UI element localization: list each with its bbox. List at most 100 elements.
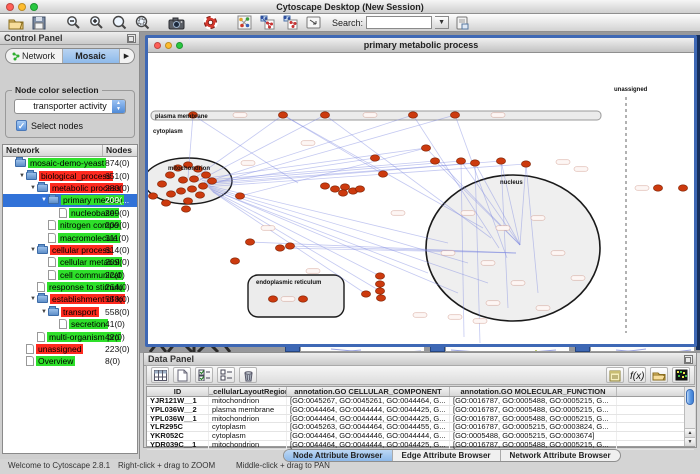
close-window-button[interactable] (154, 42, 161, 49)
select-attributes-icon[interactable] (195, 367, 213, 383)
network-node[interactable] (285, 243, 294, 249)
select-nodes-checkbox[interactable]: ✓ (16, 120, 27, 131)
network-node[interactable] (157, 181, 166, 187)
matrix-icon[interactable] (672, 367, 690, 383)
column-network[interactable]: Network (3, 145, 103, 156)
network-node[interactable] (278, 112, 287, 118)
network-node[interactable] (201, 172, 210, 178)
table-column-header[interactable]: ID (147, 387, 209, 396)
tree-row[interactable]: nitrogen compo209(0) (3, 219, 137, 231)
delete-attribute-icon[interactable] (239, 367, 257, 383)
network-node[interactable] (375, 273, 384, 279)
window-controls[interactable] (6, 3, 38, 11)
network-node[interactable] (470, 160, 479, 166)
tree-row[interactable]: unassigned223(0) (3, 343, 137, 355)
network-node[interactable] (430, 158, 439, 164)
table-row[interactable]: YPL036W__1mitochondrion[GO:0044464, GO:0… (147, 415, 694, 424)
network-node[interactable] (268, 296, 277, 302)
network-node[interactable] (375, 281, 384, 287)
network-node[interactable] (195, 192, 204, 198)
network-node[interactable] (235, 193, 244, 199)
scrollbar-thumb[interactable] (686, 389, 694, 405)
network-node[interactable] (275, 245, 284, 251)
dropdown-stepper-icon[interactable]: ▲▼ (112, 100, 125, 113)
copy-network-view-icon[interactable] (257, 15, 277, 31)
network-node[interactable] (330, 186, 339, 192)
zoom-selected-icon[interactable] (132, 15, 152, 31)
network-node[interactable] (408, 112, 417, 118)
float-panel-icon[interactable] (684, 355, 693, 364)
network-node[interactable] (165, 172, 174, 178)
tree-row[interactable]: response to stimulu264(0) (3, 281, 137, 293)
table-column-header[interactable]: _cellularLayoutRegion (209, 387, 287, 396)
network-node[interactable] (245, 239, 254, 245)
network-window-titlebar[interactable]: primary metabolic process (148, 38, 694, 53)
zoom-in-icon[interactable] (86, 15, 106, 31)
network-node[interactable] (189, 176, 198, 182)
minimize-window-button[interactable] (165, 42, 172, 49)
tab-edge-attribute-browser[interactable]: Edge Attribute Browser (393, 450, 501, 461)
network-node[interactable] (338, 190, 347, 196)
zoom-out-icon[interactable] (63, 15, 83, 31)
notepad-icon[interactable] (606, 367, 624, 383)
expanded-triangle-icon[interactable]: ▼ (40, 197, 48, 203)
expanded-triangle-icon[interactable]: ▼ (29, 247, 37, 253)
network-node[interactable] (521, 161, 530, 167)
tree-row[interactable]: ▼biological_process651(0) (3, 169, 137, 181)
attribute-table-icon[interactable] (151, 367, 169, 383)
network-node[interactable] (161, 200, 170, 206)
network-node[interactable] (187, 186, 196, 192)
network-node[interactable] (375, 288, 384, 294)
tree-row[interactable]: ▼establishment of lo558(0) (3, 293, 137, 305)
tree-row[interactable]: multi-organism pro42(0) (3, 330, 137, 342)
network-node[interactable] (653, 185, 662, 191)
network-node[interactable] (183, 198, 192, 204)
network-node[interactable] (207, 178, 216, 184)
table-row[interactable]: YLR295Ccytoplasm[GO:0045263, GO:0044464,… (147, 423, 694, 432)
import-folder-icon[interactable] (650, 367, 668, 383)
copy-network-icon[interactable] (280, 15, 300, 31)
network-node[interactable] (370, 155, 379, 161)
tree-row[interactable]: nucleobase-209(0) (3, 207, 137, 219)
network-node[interactable] (421, 145, 430, 151)
table-column-header[interactable]: annotation.GO CELLULAR_COMPONENT (287, 387, 450, 396)
network-node[interactable] (166, 191, 175, 197)
float-panel-icon[interactable] (127, 34, 136, 43)
expanded-triangle-icon[interactable]: ▼ (29, 296, 37, 302)
network-view-window[interactable]: primary metabolic process plasma membran… (145, 35, 697, 347)
search-input[interactable] (366, 16, 432, 29)
tab-node-attribute-browser[interactable]: Node Attribute Browser (284, 450, 393, 461)
network-node[interactable] (376, 295, 385, 301)
table-row[interactable]: YJR121W__1mitochondrion[GO:0045267, GO:0… (147, 397, 694, 406)
scroll-up-icon[interactable]: ▲ (685, 428, 695, 437)
tree-row[interactable]: cellular metabol209(0) (3, 256, 137, 268)
network-node[interactable] (355, 186, 364, 192)
unselect-attributes-icon[interactable] (217, 367, 235, 383)
tree-row[interactable]: Overview8(0) (3, 355, 137, 367)
network-node[interactable] (181, 206, 190, 212)
save-icon[interactable] (29, 15, 49, 31)
open-icon[interactable] (6, 15, 26, 31)
network-node[interactable] (148, 193, 157, 199)
zoom-window-button[interactable] (176, 42, 183, 49)
table-row[interactable]: YPL036W__2plasma membrane[GO:0044464, GO… (147, 406, 694, 415)
column-nodes[interactable]: Nodes (103, 145, 137, 156)
network-node[interactable] (378, 171, 387, 177)
annotation-page-icon[interactable] (303, 15, 323, 31)
tree-row[interactable]: ▼primary metabo209(... (3, 194, 137, 206)
tabs-overflow-arrow-icon[interactable]: ▶ (120, 49, 134, 63)
network-from-selection-icon[interactable] (234, 15, 254, 31)
scroll-down-icon[interactable]: ▼ (685, 437, 695, 446)
network-node[interactable] (361, 291, 370, 297)
tree-row[interactable]: mosaic-demo-yeast874(0) (3, 157, 137, 169)
node-color-dropdown[interactable]: transporter activity ▲▼ (14, 99, 126, 114)
search-dropdown-arrow[interactable]: ▼ (435, 16, 449, 29)
network-node[interactable] (340, 184, 349, 190)
table-row[interactable]: YKR052Ccytoplasm[GO:0044464, GO:0044446,… (147, 432, 694, 441)
nucleus-region[interactable] (426, 175, 600, 321)
tree-row[interactable]: cell communicat22(0) (3, 269, 137, 281)
network-canvas[interactable]: plasma membrane cytoplasm mitochondrion … (148, 53, 694, 344)
network-node[interactable] (176, 188, 185, 194)
network-node[interactable] (678, 185, 687, 191)
tab-mosaic[interactable]: Mosaic (63, 49, 120, 63)
